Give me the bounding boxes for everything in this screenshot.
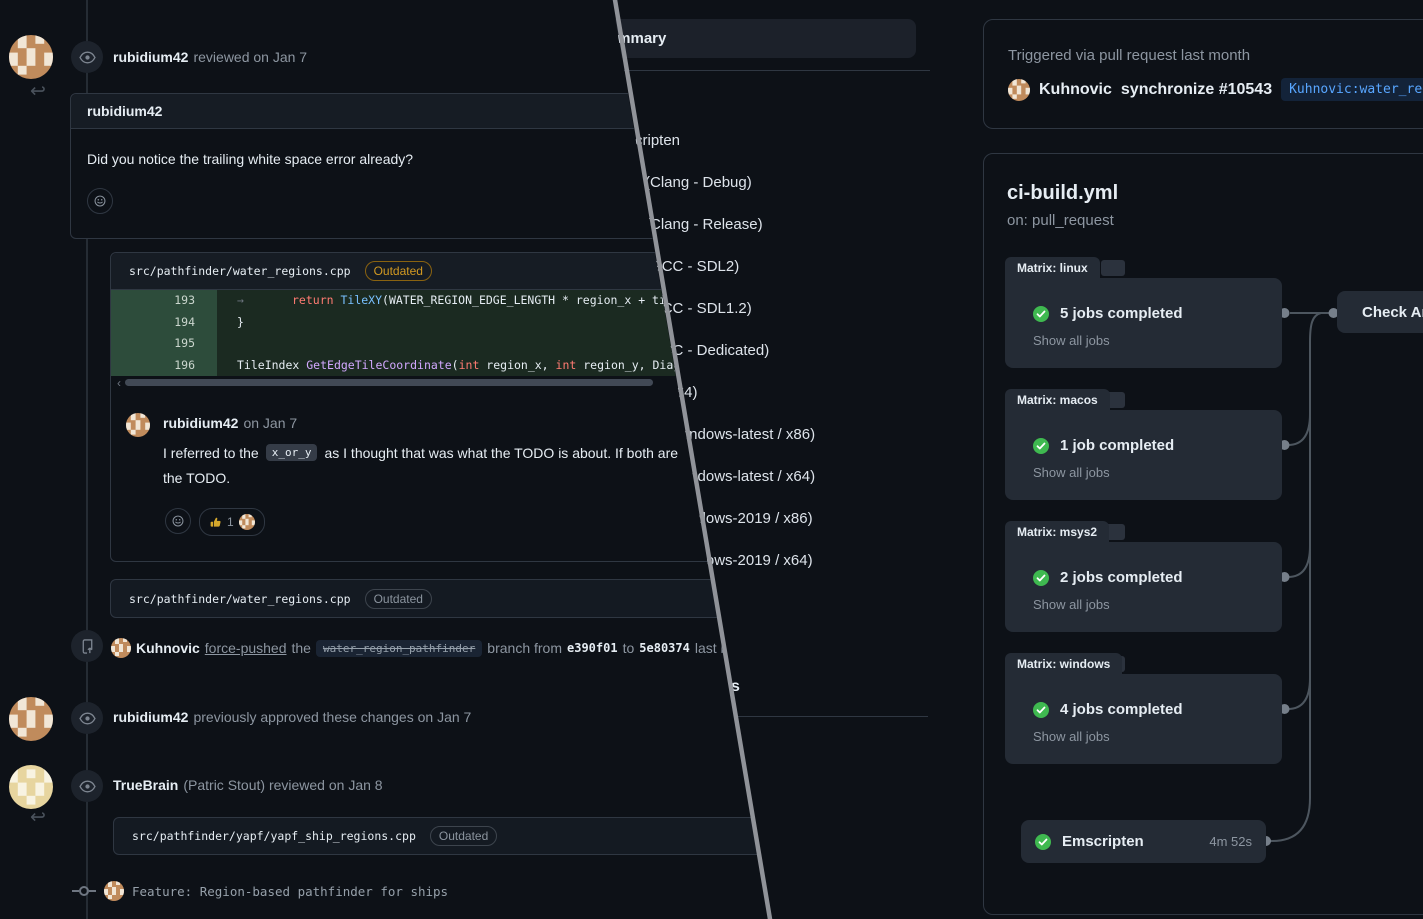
diagonal-divider: [0, 0, 1423, 919]
screenshot-canvas: rubidium42 reviewed on Jan 7 ↩ rubidium4…: [0, 0, 1423, 919]
